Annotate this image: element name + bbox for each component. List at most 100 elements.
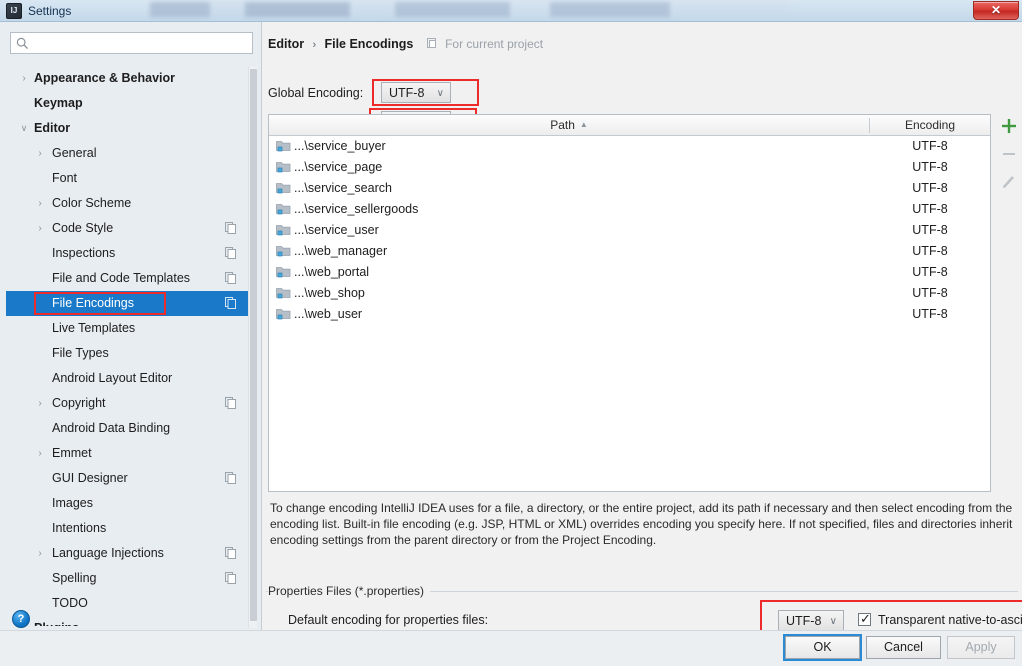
sidebar-scrollbar-thumb[interactable] [250, 69, 257, 621]
native-to-ascii-label: Transparent native-to-ascii conversion [878, 613, 1022, 627]
project-config-icon [225, 572, 236, 584]
table-cell-encoding[interactable]: UTF-8 [870, 199, 990, 220]
column-header-encoding[interactable]: Encoding [870, 115, 990, 135]
sidebar-item-code-style[interactable]: › Code Style [6, 216, 248, 241]
chevron-right-icon[interactable]: › [34, 141, 46, 166]
breadcrumb-editor[interactable]: Editor [268, 37, 304, 51]
encodings-table: Path ▲ Encoding ...\service_buyer UTF-8...… [268, 114, 991, 492]
sidebar-item-label: Emmet [52, 446, 92, 460]
sidebar-item-label: Images [52, 496, 93, 510]
sidebar-item-appearance-behavior[interactable]: › Appearance & Behavior [6, 66, 248, 91]
window-title: Settings [28, 4, 72, 18]
table-cell-encoding[interactable]: UTF-8 [870, 262, 990, 283]
sidebar-item-background [6, 516, 248, 541]
sidebar-item-font[interactable]: Font [6, 166, 248, 191]
table-row[interactable]: ...\service_sellergoods UTF-8 [269, 199, 990, 220]
ok-button[interactable]: OK [785, 636, 860, 659]
table-cell-encoding[interactable]: UTF-8 [870, 283, 990, 304]
sidebar-item-emmet[interactable]: › Emmet [6, 441, 248, 466]
chevron-right-icon[interactable]: › [34, 441, 46, 466]
sidebar-item-label: GUI Designer [52, 471, 128, 485]
sidebar-item-label: Keymap [34, 96, 83, 110]
plus-icon [1002, 119, 1016, 133]
cancel-button[interactable]: Cancel [866, 636, 941, 659]
table-cell-encoding[interactable]: UTF-8 [870, 220, 990, 241]
properties-encoding-dropdown[interactable]: UTF-8 ∨ [778, 610, 844, 631]
project-config-icon [225, 547, 236, 559]
add-button[interactable] [997, 114, 1021, 138]
sidebar-item-android-data-binding[interactable]: Android Data Binding [6, 416, 248, 441]
properties-files-group: Properties Files (*.properties) Default … [266, 584, 1022, 632]
sidebar-scrollbar[interactable] [248, 66, 257, 628]
table-row[interactable]: ...\web_portal UTF-8 [269, 262, 990, 283]
close-glyph: ✕ [990, 3, 1002, 17]
check-icon: ✓ [860, 611, 871, 626]
module-folder-icon [276, 246, 291, 257]
sidebar-item-plugins[interactable]: Plugins [6, 616, 248, 626]
dialog-content: › Appearance & Behavior Keymap ∨ Editor › Gene… [0, 22, 1022, 644]
table-header: Path ▲ Encoding [269, 115, 990, 136]
sidebar-item-label: Intentions [52, 521, 107, 535]
chevron-down-icon: ∨ [436, 88, 444, 99]
table-cell-encoding[interactable]: UTF-8 [870, 304, 990, 325]
description-text: To change encoding IntelliJ IDEA uses fo… [270, 501, 1013, 547]
sidebar-item-label: General [52, 146, 97, 160]
table-cell-path: ...\service_search [294, 181, 392, 195]
sidebar-item-editor[interactable]: ∨ Editor [6, 116, 248, 141]
table-row[interactable]: ...\web_shop UTF-8 [269, 283, 990, 304]
chevron-right-icon[interactable]: › [34, 216, 46, 241]
sidebar-item-gui-designer[interactable]: GUI Designer [6, 466, 248, 491]
close-icon[interactable]: ✕ [973, 1, 1019, 20]
sidebar-item-label: Spelling [52, 571, 97, 585]
sidebar-item-keymap[interactable]: Keymap [6, 91, 248, 116]
sidebar-item-file-and-code-templates[interactable]: File and Code Templates [6, 266, 248, 291]
sidebar-item-label: Editor [34, 121, 71, 135]
table-cell-path: ...\service_buyer [294, 139, 386, 153]
sidebar-item-todo[interactable]: TODO [6, 591, 248, 616]
sidebar-item-spelling[interactable]: Spelling [6, 566, 248, 591]
breadcrumb-separator: › [312, 39, 317, 51]
search-input[interactable] [35, 35, 249, 52]
global-encoding-dropdown[interactable]: UTF-8 ∨ [381, 82, 451, 103]
chevron-right-icon[interactable]: › [34, 541, 46, 566]
chevron-down-icon: ∨ [829, 616, 837, 627]
sidebar-item-label: Color Scheme [52, 196, 132, 210]
sidebar-item-intentions[interactable]: Intentions [6, 516, 248, 541]
help-button[interactable]: ? [12, 610, 30, 628]
search-box[interactable] [10, 32, 253, 54]
settings-dialog: Settings ✕ › Appearance & Behavior Keymap ∨… [0, 0, 1022, 666]
sidebar-item-file-types[interactable]: File Types [6, 341, 248, 366]
table-cell-path: ...\service_page [294, 160, 383, 174]
sidebar-item-file-encodings[interactable]: File Encodings [6, 291, 248, 316]
table-row[interactable]: ...\service_page UTF-8 [269, 157, 990, 178]
column-header-path[interactable]: Path ▲ [269, 115, 869, 135]
table-row[interactable]: ...\web_user UTF-8 [269, 304, 990, 325]
sidebar-item-language-injections[interactable]: › Language Injections [6, 541, 248, 566]
table-cell-encoding[interactable]: UTF-8 [870, 241, 990, 262]
sidebar-item-inspections[interactable]: Inspections [6, 241, 248, 266]
sidebar-item-copyright[interactable]: › Copyright [6, 391, 248, 416]
chevron-right-icon[interactable]: › [18, 66, 30, 91]
table-row[interactable]: ...\web_manager UTF-8 [269, 241, 990, 262]
table-row[interactable]: ...\service_search UTF-8 [269, 178, 990, 199]
sidebar-item-images[interactable]: Images [6, 491, 248, 516]
project-config-icon [225, 472, 236, 484]
table-row[interactable]: ...\service_user UTF-8 [269, 220, 990, 241]
sidebar-item-live-templates[interactable]: Live Templates [6, 316, 248, 341]
chevron-right-icon[interactable]: › [34, 391, 46, 416]
table-row[interactable]: ...\service_buyer UTF-8 [269, 136, 990, 157]
chevron-down-icon[interactable]: ∨ [18, 116, 30, 141]
checkbox-box: ✓ [858, 611, 871, 626]
table-cell-encoding[interactable]: UTF-8 [870, 136, 990, 157]
sidebar-item-general[interactable]: › General [6, 141, 248, 166]
sidebar-item-background [6, 566, 248, 591]
sidebar-item-label: Inspections [52, 246, 116, 260]
table-cell-encoding[interactable]: UTF-8 [870, 157, 990, 178]
settings-tree[interactable]: › Appearance & Behavior Keymap ∨ Editor › Gene… [6, 66, 248, 626]
sidebar-item-color-scheme[interactable]: › Color Scheme [6, 191, 248, 216]
intellij-idea-icon [6, 3, 22, 19]
chevron-right-icon[interactable]: › [34, 191, 46, 216]
module-folder-icon [276, 183, 291, 194]
sidebar-item-android-layout-editor[interactable]: Android Layout Editor [6, 366, 248, 391]
table-cell-encoding[interactable]: UTF-8 [870, 178, 990, 199]
